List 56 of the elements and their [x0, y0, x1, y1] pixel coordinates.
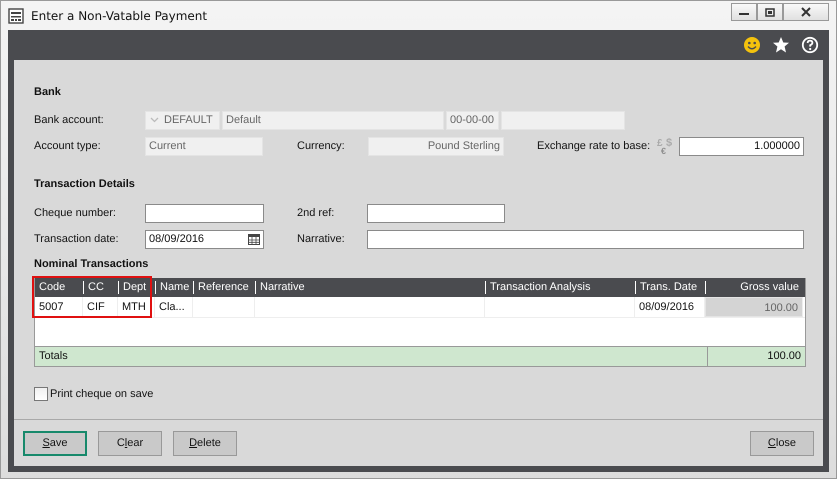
- column-header[interactable]: Code: [35, 278, 83, 297]
- column-header[interactable]: Dept: [118, 281, 155, 294]
- field-label: Currency:: [297, 140, 346, 152]
- field-label: 2nd ref:: [297, 207, 336, 219]
- narrative-field[interactable]: [367, 230, 804, 248]
- column-header[interactable]: CC: [83, 281, 118, 294]
- totals-value: 100.00: [707, 347, 805, 366]
- close-icon: [800, 7, 812, 17]
- column-header[interactable]: Reference: [193, 281, 255, 294]
- help-icon[interactable]: [801, 36, 819, 54]
- smiley-icon[interactable]: [743, 36, 761, 54]
- section-heading: Nominal Transactions: [34, 257, 150, 271]
- section-heading: Transaction Details: [34, 177, 136, 191]
- column-header[interactable]: Narrative: [255, 281, 485, 294]
- column-header[interactable]: Gross value: [705, 281, 803, 294]
- currency-field: Pound Sterling: [368, 136, 504, 156]
- checkbox[interactable]: [34, 387, 48, 401]
- table-cell: MTH: [118, 297, 155, 317]
- account-name-field: Default: [222, 110, 444, 130]
- table-cell: Cla...: [155, 297, 193, 317]
- field-label: Cheque number:: [34, 207, 117, 219]
- column-header[interactable]: Name: [155, 281, 193, 294]
- section-heading: Bank: [34, 85, 62, 99]
- maximize-icon: [765, 8, 775, 16]
- field-label: Account type:: [34, 140, 102, 152]
- close-dialog-button[interactable]: Close: [750, 430, 814, 456]
- table-cell: CIF: [83, 297, 118, 317]
- minimize-button[interactable]: [731, 3, 757, 21]
- maximize-button[interactable]: [757, 3, 783, 21]
- star-icon[interactable]: [772, 36, 790, 54]
- dialog-button[interactable]: Delete: [173, 430, 237, 456]
- exchange-rate-field[interactable]: 1.000000: [679, 136, 804, 156]
- currency-symbols: £ $ €: [656, 136, 674, 156]
- account-type-field: Current: [145, 136, 263, 156]
- dialog-button[interactable]: Clear: [98, 430, 162, 456]
- account-dropdown[interactable]: DEFAULT: [145, 110, 220, 130]
- window-icon: [8, 8, 24, 24]
- second-ref-field[interactable]: [367, 204, 505, 222]
- column-header[interactable]: Trans. Date: [635, 281, 705, 294]
- column-header[interactable]: Transaction Analysis: [485, 281, 635, 294]
- date-field[interactable]: 08/09/2016: [145, 230, 264, 248]
- calendar-icon[interactable]: [248, 234, 260, 244]
- sort-code-field: 00-00-00: [446, 110, 499, 130]
- chevron-icon: [150, 117, 159, 123]
- totals-label: Totals: [38, 349, 69, 364]
- dialog-button[interactable]: Save: [23, 430, 87, 456]
- field-label: Transaction date:: [34, 233, 120, 245]
- field-label: Narrative:: [297, 233, 346, 245]
- cheque-number-field[interactable]: [145, 204, 264, 222]
- table-cell: 5007: [35, 297, 83, 317]
- window-title: Enter a Non-Vatable Payment: [31, 8, 208, 22]
- field-label: Bank account:: [34, 114, 105, 126]
- checkbox-label[interactable]: Print cheque on save: [50, 388, 154, 400]
- close-button[interactable]: [783, 3, 829, 21]
- table-cell: 100.00: [705, 297, 803, 317]
- field-label: Exchange rate to base:: [537, 140, 652, 152]
